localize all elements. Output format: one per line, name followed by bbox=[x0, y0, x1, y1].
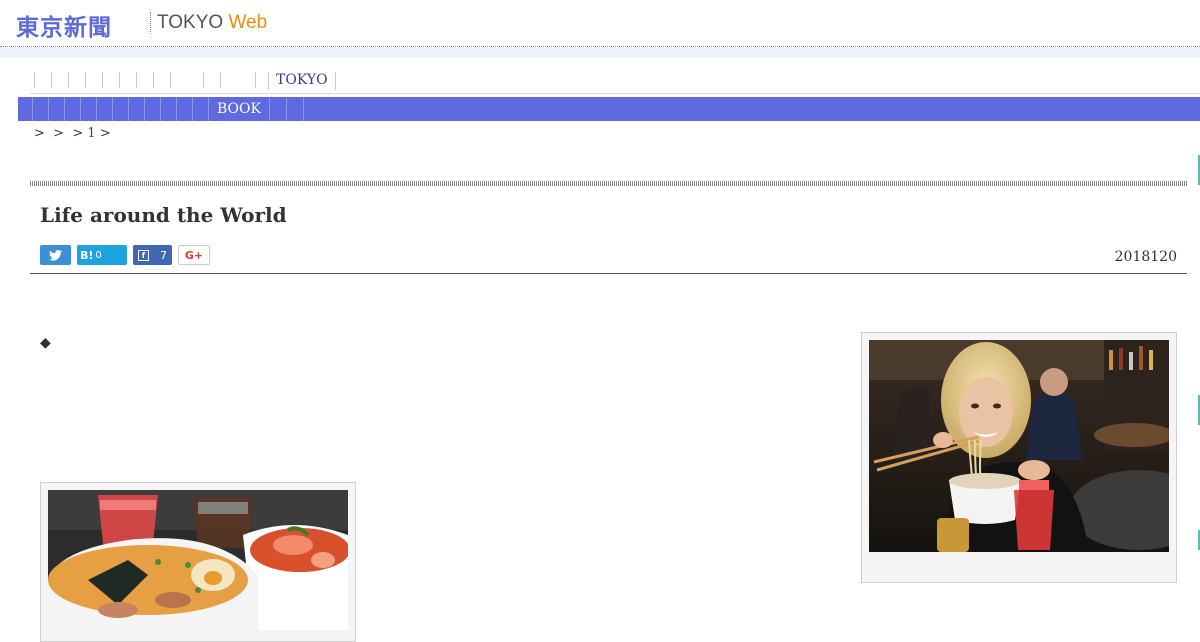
nav-divider bbox=[30, 93, 1200, 94]
subnav-item[interactable] bbox=[113, 97, 129, 121]
nav-item[interactable] bbox=[170, 72, 203, 88]
breadcrumb-sep: > bbox=[99, 126, 111, 141]
subnav-item[interactable] bbox=[129, 97, 145, 121]
breadcrumb-sep: > bbox=[72, 126, 84, 141]
breadcrumb-page-link[interactable]: 1 bbox=[87, 126, 95, 141]
primary-nav: TOKYO bbox=[34, 72, 336, 90]
nav-item[interactable] bbox=[220, 72, 255, 88]
nav-item[interactable] bbox=[255, 72, 268, 88]
twitter-icon bbox=[49, 249, 62, 261]
article-top-rule bbox=[30, 181, 1187, 186]
site-logo-en[interactable]: TOKYO Web bbox=[157, 12, 267, 34]
facebook-icon: f bbox=[138, 249, 149, 261]
googleplus-share-button[interactable]: G+ bbox=[178, 245, 210, 265]
nav-item[interactable] bbox=[119, 72, 136, 88]
photo-image bbox=[869, 340, 1169, 552]
nav-item-tokyo[interactable]: TOKYO bbox=[268, 72, 336, 90]
nav-item[interactable] bbox=[102, 72, 119, 88]
nav-item[interactable] bbox=[51, 72, 68, 88]
subnav-item[interactable] bbox=[177, 97, 193, 121]
subnav-item[interactable] bbox=[97, 97, 113, 121]
header-band bbox=[0, 47, 1200, 58]
subnav-item[interactable] bbox=[33, 97, 49, 121]
subnav-item-book[interactable]: BOOK bbox=[209, 97, 270, 121]
facebook-share-button[interactable]: f 7 bbox=[133, 245, 172, 265]
site-logo-jp[interactable]: 東京新聞 bbox=[16, 8, 112, 42]
woman-eating-ramen-photo[interactable] bbox=[869, 340, 1169, 552]
hatena-bookmark-button[interactable]: B! 0 bbox=[77, 245, 127, 265]
subnav-item[interactable] bbox=[18, 97, 33, 121]
hatena-icon: B! bbox=[80, 248, 94, 262]
subnav-item[interactable] bbox=[161, 97, 177, 121]
subnav-item[interactable] bbox=[287, 97, 304, 121]
logo-web: Web bbox=[228, 12, 268, 33]
breadcrumb-sep: > bbox=[34, 126, 45, 141]
nav-item[interactable] bbox=[203, 72, 220, 88]
article-header-rule bbox=[30, 273, 1187, 274]
subnav-item[interactable] bbox=[145, 97, 161, 121]
breadcrumb-sep: > bbox=[53, 126, 65, 141]
publish-date: 2018120 bbox=[1114, 249, 1177, 265]
nav-item[interactable] bbox=[153, 72, 170, 88]
photo-image bbox=[48, 490, 348, 630]
ramen-bowls-photo[interactable] bbox=[48, 490, 348, 630]
subnav-item[interactable] bbox=[65, 97, 81, 121]
subnav-item[interactable] bbox=[49, 97, 65, 121]
subnav-item[interactable] bbox=[81, 97, 97, 121]
twitter-share-button[interactable] bbox=[40, 245, 71, 265]
secondary-nav: BOOK bbox=[18, 97, 1200, 121]
googleplus-icon: G+ bbox=[184, 248, 204, 262]
breadcrumb: > > > 1 > bbox=[34, 126, 111, 141]
nav-item[interactable] bbox=[34, 72, 51, 88]
subnav-item[interactable] bbox=[193, 97, 209, 121]
nav-item[interactable] bbox=[68, 72, 85, 88]
subnav-item[interactable] bbox=[270, 97, 287, 121]
nav-item[interactable] bbox=[85, 72, 102, 88]
facebook-count: 7 bbox=[160, 248, 167, 262]
hatena-count: 0 bbox=[95, 249, 102, 261]
diamond-bullet: ◆ bbox=[40, 335, 51, 351]
logo-tokyo: TOKYO bbox=[157, 12, 224, 33]
nav-item[interactable] bbox=[136, 72, 153, 88]
logo-divider bbox=[150, 12, 151, 34]
site-header: 東京新聞 TOKYO Web bbox=[0, 0, 1200, 47]
article-title: Life around the World bbox=[40, 203, 287, 227]
